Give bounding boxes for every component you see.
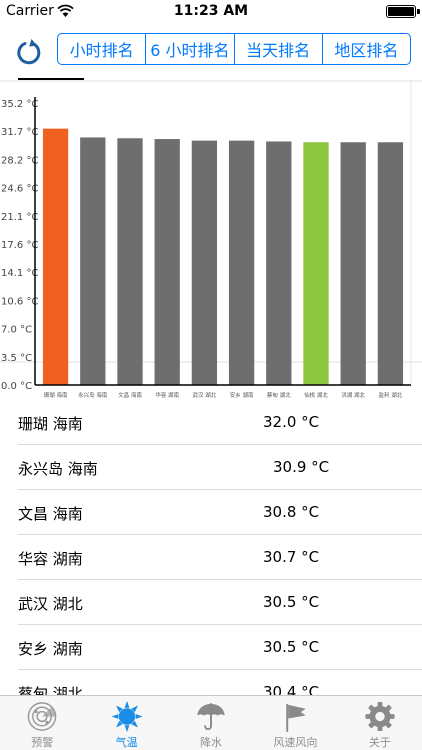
list-item[interactable]: 蔡甸 湖北 30.4 °C bbox=[18, 670, 422, 695]
y-tick-label: 0.0 °C bbox=[1, 381, 32, 392]
tab-label: 风速风向 bbox=[273, 736, 318, 749]
tab-warning[interactable]: 预警 bbox=[0, 696, 84, 750]
navigation-bar: 小时排名 6 小时排名 当天排名 地区排名 bbox=[0, 24, 422, 80]
station-name: 华容 湖南 bbox=[18, 550, 83, 568]
list-item[interactable]: 安乡 湖南 30.5 °C bbox=[18, 625, 422, 670]
refresh-icon[interactable] bbox=[12, 34, 46, 68]
bar bbox=[377, 142, 404, 385]
tab-label: 关于 bbox=[368, 736, 391, 749]
status-bar: Carrier 11:23 AM bbox=[0, 0, 422, 24]
x-tick-label: 洪湖 湖北 bbox=[341, 391, 365, 399]
chart-canvas: 35.2 °C 31.7 °C 28.2 °C 24.6 °C 21.1 °C 17.6 … bbox=[0, 80, 422, 399]
umbrella-icon bbox=[197, 702, 225, 731]
x-tick-label: 蔡甸 湖北 bbox=[267, 391, 291, 399]
tab-label: 预警 bbox=[31, 736, 54, 749]
segment-daily-ranking[interactable]: 当天排名 bbox=[235, 34, 323, 64]
x-tick-label: 文昌 海南 bbox=[118, 391, 142, 399]
gear-icon bbox=[365, 701, 395, 732]
x-tick-label: 仙桃 湖北 bbox=[304, 391, 328, 399]
bar bbox=[228, 140, 255, 385]
segment-region-ranking[interactable]: 地区排名 bbox=[323, 34, 410, 64]
y-tick-label: 28.2 °C bbox=[1, 155, 38, 166]
x-tick-label: 永兴岛 海南 bbox=[78, 391, 108, 399]
segment-hourly-ranking[interactable]: 小时排名 bbox=[58, 34, 147, 64]
temperature-value: 30.5 °C bbox=[263, 638, 320, 656]
y-tick-label: 10.6 °C bbox=[1, 296, 38, 307]
y-tick-label: 14.1 °C bbox=[1, 268, 38, 279]
bar bbox=[191, 140, 218, 385]
bar bbox=[117, 138, 143, 385]
temperature-value: 30.7 °C bbox=[263, 548, 320, 566]
y-tick-label: 35.2 °C bbox=[1, 99, 38, 110]
segment-6hour-ranking[interactable]: 6 小时排名 bbox=[146, 34, 235, 64]
y-tick-label: 31.7 °C bbox=[1, 127, 38, 138]
sun-icon bbox=[111, 700, 143, 733]
x-tick-label: 武汉 湖北 bbox=[193, 391, 217, 399]
tab-temperature[interactable]: 气温 bbox=[84, 696, 168, 750]
x-tick-label: 监利 湖北 bbox=[379, 391, 403, 399]
station-name: 珊瑚 海南 bbox=[18, 415, 83, 433]
tab-label: 降水 bbox=[200, 736, 223, 749]
temperature-value: 32.0 °C bbox=[263, 413, 320, 431]
bar bbox=[80, 137, 106, 385]
bar bbox=[42, 128, 69, 386]
y-tick-label: 21.1 °C bbox=[1, 212, 38, 223]
station-name: 蔡甸 湖北 bbox=[18, 685, 83, 695]
tab-label: 气温 bbox=[115, 736, 138, 749]
bar bbox=[340, 142, 366, 385]
station-name: 安乡 湖南 bbox=[18, 640, 83, 658]
station-name: 永兴岛 海南 bbox=[18, 460, 98, 478]
temperature-value: 30.4 °C bbox=[263, 683, 320, 695]
flag-icon bbox=[286, 703, 307, 733]
bar bbox=[154, 139, 180, 385]
x-tick-label: 安乡 湖南 bbox=[230, 391, 254, 399]
temperature-value: 30.5 °C bbox=[263, 593, 320, 611]
bar bbox=[303, 142, 329, 385]
list-item[interactable]: 文昌 海南 30.8 °C bbox=[18, 490, 422, 535]
tab-wind[interactable]: 风速风向 bbox=[253, 696, 337, 750]
y-tick-label: 17.6 °C bbox=[1, 240, 38, 251]
radar-icon bbox=[27, 702, 57, 731]
list-item[interactable]: 永兴岛 海南 30.9 °C bbox=[18, 445, 422, 490]
x-tick-label: 华容 湖南 bbox=[155, 391, 179, 399]
temperature-value: 30.8 °C bbox=[263, 503, 320, 521]
status-time: 11:23 AM bbox=[173, 3, 249, 19]
ranking-segmented-control: 小时排名 6 小时排名 当天排名 地区排名 bbox=[57, 33, 411, 65]
bar bbox=[266, 141, 292, 385]
y-tick-label: 24.6 °C bbox=[1, 184, 38, 195]
temperature-value: 30.9 °C bbox=[273, 458, 330, 476]
y-tick-label: 7.0 °C bbox=[1, 325, 32, 336]
list-item[interactable]: 珊瑚 海南 32.0 °C bbox=[18, 400, 422, 445]
battery-icon bbox=[386, 5, 416, 18]
x-tick-label: 珊瑚 海南 bbox=[44, 391, 68, 399]
tab-precipitation[interactable]: 降水 bbox=[169, 696, 253, 750]
temperature-ranking-list: 珊瑚 海南 32.0 °C 永兴岛 海南 30.9 °C 文昌 海南 30.8 … bbox=[0, 400, 422, 695]
station-name: 文昌 海南 bbox=[18, 505, 83, 523]
list-item[interactable]: 华容 湖南 30.7 °C bbox=[18, 535, 422, 580]
list-item[interactable]: 武汉 湖北 30.5 °C bbox=[18, 580, 422, 625]
station-name: 武汉 湖北 bbox=[18, 595, 83, 613]
temperature-bar-chart: 35.2 °C 31.7 °C 28.2 °C 24.6 °C 21.1 °C 17.6 … bbox=[0, 80, 422, 400]
tab-bar: 预警 气温 降水 风速风向 关于 bbox=[0, 695, 422, 750]
tab-about[interactable]: 关于 bbox=[338, 696, 422, 750]
